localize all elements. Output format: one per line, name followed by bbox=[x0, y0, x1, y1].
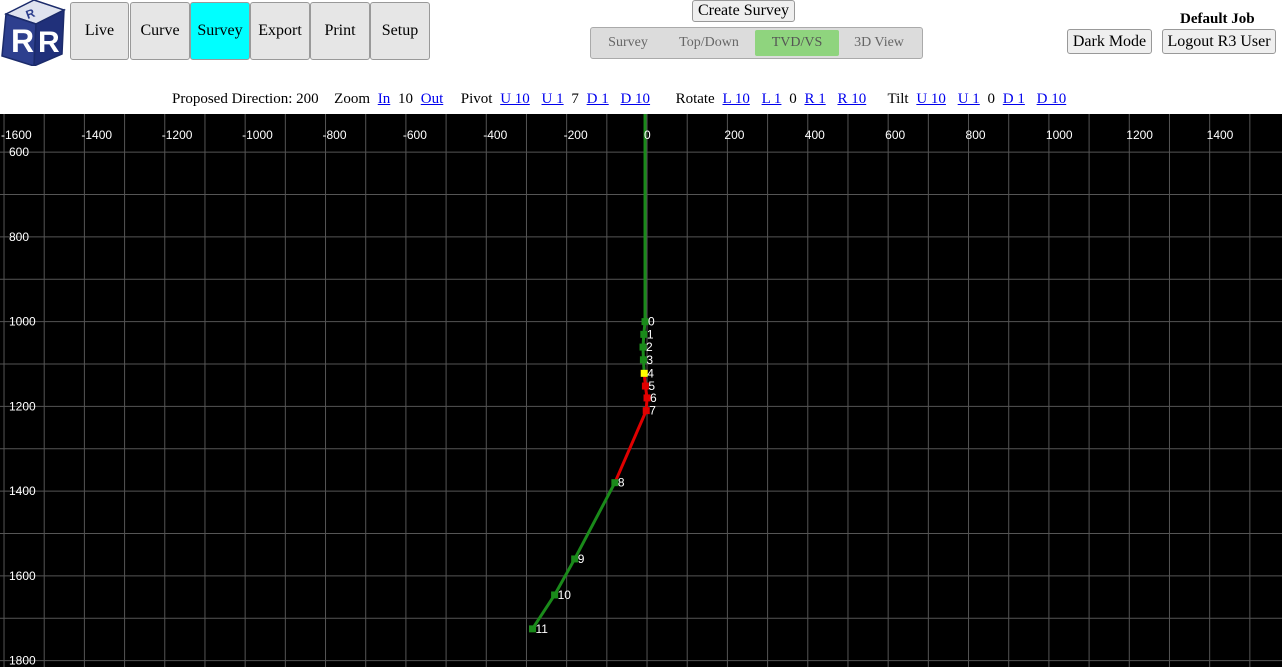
x-tick-label: -1400 bbox=[81, 128, 112, 142]
x-tick-label: 800 bbox=[966, 128, 986, 142]
pivot-down-1-link[interactable]: D 1 bbox=[583, 91, 613, 107]
pivot-up-1-link[interactable]: U 1 bbox=[538, 91, 568, 107]
y-tick-label: 1400 bbox=[9, 484, 36, 498]
x-tick-label: -1600 bbox=[1, 128, 32, 142]
tilt-value: 0 bbox=[988, 91, 996, 107]
tilt-label: Tilt bbox=[887, 91, 908, 107]
x-tick-label: -800 bbox=[323, 128, 347, 142]
view-selector: Survey Top/Down TVD/VS 3D View bbox=[590, 27, 923, 59]
tilt-down-1-link[interactable]: D 1 bbox=[999, 91, 1029, 107]
tab-survey-view[interactable]: Survey bbox=[593, 30, 663, 56]
survey-station-label: 10 bbox=[558, 588, 572, 602]
tilt-up-10-link[interactable]: U 10 bbox=[912, 91, 950, 107]
pivot-up-10-link[interactable]: U 10 bbox=[496, 91, 534, 107]
app-logo: R R R bbox=[0, 0, 66, 66]
plot-controls: Proposed Direction: 200 Zoom In 10 Out P… bbox=[172, 91, 1070, 108]
x-tick-label: -200 bbox=[564, 128, 588, 142]
x-tick-label: 0 bbox=[644, 128, 651, 142]
survey-station-label: 11 bbox=[535, 622, 548, 636]
x-tick-label: -600 bbox=[403, 128, 427, 142]
tab-top-down[interactable]: Top/Down bbox=[663, 30, 755, 56]
zoom-label: Zoom bbox=[334, 91, 370, 107]
tilt-down-10-link[interactable]: D 10 bbox=[1033, 91, 1071, 107]
create-survey-button[interactable]: Create Survey bbox=[692, 0, 795, 22]
pivot-value: 7 bbox=[571, 91, 579, 107]
rotate-label: Rotate bbox=[676, 91, 715, 107]
logo-text-left: R bbox=[11, 23, 34, 59]
zoom-in-link[interactable]: In bbox=[374, 91, 395, 107]
x-tick-label: 400 bbox=[805, 128, 825, 142]
nav-print-button[interactable]: Print bbox=[310, 2, 370, 60]
proposed-direction-label: Proposed Direction: bbox=[172, 91, 292, 107]
y-tick-label: 1800 bbox=[9, 654, 36, 667]
tab-3d-view[interactable]: 3D View bbox=[839, 30, 919, 56]
survey-station-label: 9 bbox=[578, 552, 585, 566]
y-tick-label: 1200 bbox=[9, 399, 36, 413]
y-tick-label: 600 bbox=[9, 145, 29, 159]
pivot-down-10-link[interactable]: D 10 bbox=[616, 91, 654, 107]
x-tick-label: -1200 bbox=[162, 128, 193, 142]
survey-station-label: 7 bbox=[649, 404, 656, 418]
tab-tvd-vs[interactable]: TVD/VS bbox=[755, 30, 839, 56]
y-tick-label: 1600 bbox=[9, 569, 36, 583]
tvd-vs-chart-svg[interactable]: -1600 -1400 -1200 -1000 -800 -600 -400 -200 0 200… bbox=[0, 114, 1282, 667]
tvd-vs-plot[interactable]: -1600 -1400 -1200 -1000 -800 -600 -400 -200 0 200… bbox=[0, 114, 1282, 667]
zoom-out-link[interactable]: Out bbox=[417, 91, 448, 107]
nav-survey-button[interactable]: Survey bbox=[190, 2, 250, 60]
tilt-up-1-link[interactable]: U 1 bbox=[954, 91, 984, 107]
well-path-segment bbox=[575, 483, 615, 559]
survey-station-label: 8 bbox=[618, 476, 625, 490]
rotate-left-10-link[interactable]: L 10 bbox=[718, 91, 753, 107]
zoom-value: 10 bbox=[398, 91, 413, 107]
x-tick-label: 1000 bbox=[1046, 128, 1073, 142]
nav-setup-button[interactable]: Setup bbox=[370, 2, 430, 60]
rotate-left-1-link[interactable]: L 1 bbox=[758, 91, 786, 107]
x-tick-label: -1000 bbox=[242, 128, 273, 142]
proposed-direction-value: 200 bbox=[296, 91, 319, 107]
nav-export-button[interactable]: Export bbox=[250, 2, 310, 60]
nav-curve-button[interactable]: Curve bbox=[130, 2, 190, 60]
job-title: Default Job bbox=[1180, 11, 1255, 28]
y-tick-label: 800 bbox=[9, 230, 29, 244]
x-tick-label: -400 bbox=[483, 128, 507, 142]
rotate-value: 0 bbox=[789, 91, 797, 107]
logo-text-right: R bbox=[38, 26, 60, 59]
rotate-right-1-link[interactable]: R 1 bbox=[800, 91, 829, 107]
x-tick-label: 1200 bbox=[1126, 128, 1153, 142]
y-tick-label: 1000 bbox=[9, 315, 36, 329]
dark-mode-button[interactable]: Dark Mode bbox=[1067, 29, 1152, 54]
x-tick-label: 200 bbox=[724, 128, 744, 142]
nav-live-button[interactable]: Live bbox=[70, 2, 129, 60]
rotate-right-10-link[interactable]: R 10 bbox=[833, 91, 870, 107]
x-tick-label: 600 bbox=[885, 128, 905, 142]
well-path-segment bbox=[615, 411, 646, 483]
survey-station-label: 3 bbox=[646, 353, 653, 367]
logout-button[interactable]: Logout R3 User bbox=[1162, 29, 1276, 54]
pivot-label: Pivot bbox=[461, 91, 493, 107]
x-tick-label: 1400 bbox=[1207, 128, 1234, 142]
